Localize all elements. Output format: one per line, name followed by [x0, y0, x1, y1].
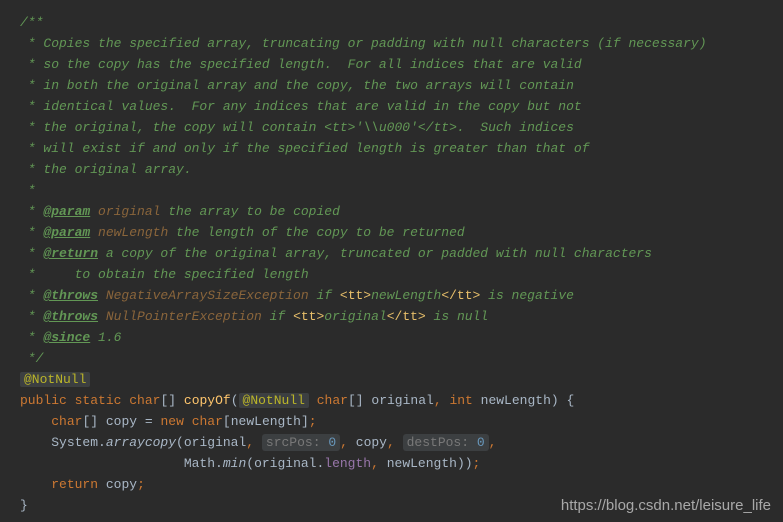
throws-tag: @throws	[43, 309, 98, 324]
type-char: char	[317, 393, 348, 408]
throws-desc: if	[262, 309, 293, 324]
param-tag: @param	[43, 204, 90, 219]
var-copy: copy	[106, 414, 137, 429]
kw-static: static	[75, 393, 122, 408]
tt-open: <tt>	[340, 288, 371, 303]
code-block: /** * Copies the specified array, trunca…	[20, 12, 783, 516]
brackets: []	[348, 393, 364, 408]
type-int: int	[449, 393, 472, 408]
method-arraycopy: arraycopy	[106, 435, 176, 450]
paren-close-brace: ) {	[551, 393, 574, 408]
arg: original	[184, 435, 246, 450]
since-val: 1.6	[90, 330, 121, 345]
throws-exception: NegativeArraySizeException	[106, 288, 309, 303]
paren-open: (	[231, 393, 239, 408]
doc-throws: * @throws NullPointerException if <tt>or…	[20, 309, 488, 324]
param-tag: @param	[43, 225, 90, 240]
type-char: char	[192, 414, 223, 429]
paren-open: (	[246, 456, 254, 471]
param-name: original	[98, 204, 160, 219]
annotation-notnull-inline: @NotNull	[239, 393, 309, 408]
eq: =	[137, 414, 160, 429]
throws-exception: NullPointerException	[106, 309, 262, 324]
field-length: length	[324, 456, 371, 471]
brackets: []	[82, 414, 98, 429]
semicolon: ;	[309, 414, 317, 429]
comma: ,	[340, 435, 348, 450]
watermark-text: https://blog.csdn.net/leisure_life	[561, 495, 771, 516]
system: System.	[51, 435, 106, 450]
type-char: char	[51, 414, 82, 429]
doc-line: /**	[20, 15, 43, 30]
annotation-notnull: @NotNull	[20, 372, 90, 387]
arg: newLength	[387, 456, 457, 471]
arg: copy	[356, 435, 387, 450]
param-desc: the length of the copy to be returned	[168, 225, 464, 240]
tt-close: </tt>	[387, 309, 426, 324]
param-newlength: newLength	[481, 393, 551, 408]
hint-val: 0	[477, 435, 485, 450]
doc-line: * in both the original array and the cop…	[20, 78, 574, 93]
arg: original.	[254, 456, 324, 471]
doc-return-cont: * to obtain the specified length	[20, 267, 309, 282]
doc-line: * so the copy has the specified length. …	[20, 57, 582, 72]
comma: ,	[489, 435, 497, 450]
hint-val: 0	[328, 435, 336, 450]
doc-line: * the original array.	[20, 162, 192, 177]
doc-since: * @since 1.6	[20, 330, 121, 345]
doc-end: */	[20, 351, 43, 366]
since-tag: @since	[43, 330, 90, 345]
tt-close: </tt>	[441, 288, 480, 303]
doc-line: * will exist if and only if the specifie…	[20, 141, 590, 156]
math: Math.	[184, 456, 223, 471]
method-min: min	[223, 456, 246, 471]
bracket-close: ]	[301, 414, 309, 429]
comma: ,	[434, 393, 442, 408]
throws-desc: if	[309, 288, 340, 303]
doc-line: * identical values. For any indices that…	[20, 99, 582, 114]
doc-line: * the original, the copy will contain <t…	[20, 120, 574, 135]
idx-var: newLength	[231, 414, 301, 429]
param-desc: the array to be copied	[160, 204, 339, 219]
throws-var: original	[324, 309, 386, 324]
hint-label: destPos:	[407, 435, 469, 450]
doc-line: *	[20, 183, 36, 198]
doc-line: * Copies the specified array, truncating…	[20, 36, 707, 51]
paren-open: (	[176, 435, 184, 450]
semicolon: ;	[473, 456, 481, 471]
param-name: newLength	[98, 225, 168, 240]
return-tag: @return	[43, 246, 98, 261]
throws-var: newLength	[371, 288, 441, 303]
brace-close: }	[20, 498, 28, 513]
return-desc: a copy of the original array, truncated …	[98, 246, 652, 261]
doc-return: * @return a copy of the original array, …	[20, 246, 652, 261]
kw-return: return	[51, 477, 98, 492]
param-hint-destpos: destPos: 0	[403, 434, 489, 451]
paren-close: ))	[457, 456, 473, 471]
brackets: []	[160, 393, 176, 408]
tt-open: <tt>	[293, 309, 324, 324]
throws-tag: @throws	[43, 288, 98, 303]
comma: ,	[371, 456, 379, 471]
doc-throws: * @throws NegativeArraySizeException if …	[20, 288, 574, 303]
semicolon: ;	[137, 477, 145, 492]
param-hint-srcpos: srcPos: 0	[262, 434, 340, 451]
kw-new: new	[160, 414, 183, 429]
bracket-open: [	[223, 414, 231, 429]
doc-param: * @param newLength the length of the cop…	[20, 225, 465, 240]
var-copy: copy	[106, 477, 137, 492]
throws-desc: is null	[426, 309, 488, 324]
comma: ,	[246, 435, 254, 450]
method-name: copyOf	[184, 393, 231, 408]
doc-param: * @param original the array to be copied	[20, 204, 340, 219]
kw-public: public	[20, 393, 67, 408]
throws-desc: is negative	[480, 288, 574, 303]
param-original: original	[371, 393, 433, 408]
hint-label: srcPos:	[266, 435, 321, 450]
comma: ,	[387, 435, 395, 450]
type-char: char	[129, 393, 160, 408]
